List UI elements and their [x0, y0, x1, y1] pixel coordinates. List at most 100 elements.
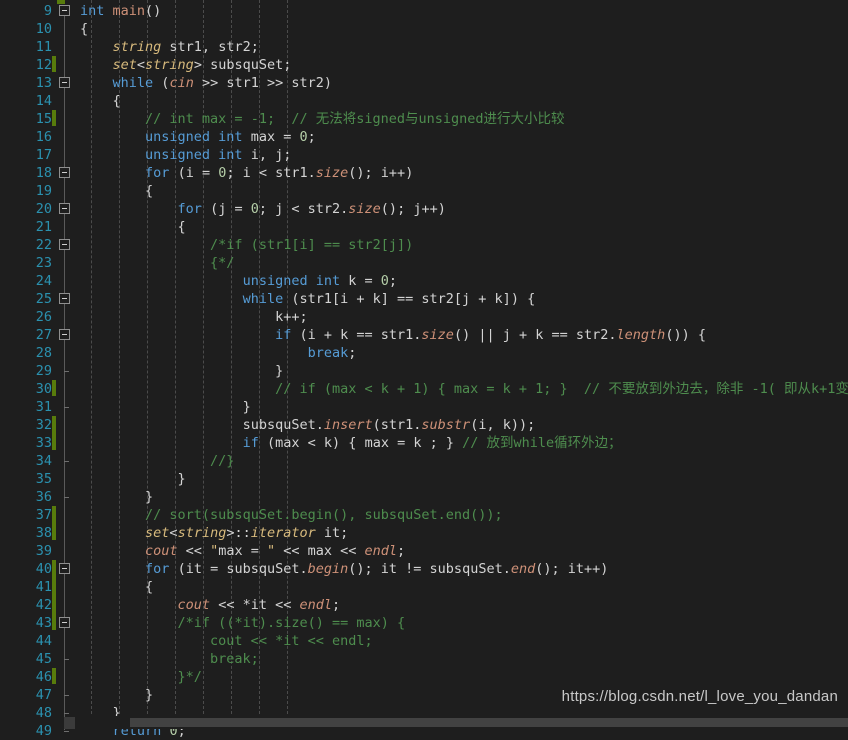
code-line[interactable]: if (i + k == str1.size() || j + k == str…	[74, 326, 706, 344]
code-line[interactable]: }	[74, 686, 153, 704]
line-number: 11	[35, 39, 52, 55]
code-line[interactable]: while (cin >> str1 >> str2)	[74, 74, 333, 92]
token-id: max < k	[275, 435, 333, 451]
code-line[interactable]: /*if (str1[i] == str2[j])	[74, 236, 413, 254]
fold-toggle-icon[interactable]	[59, 167, 70, 178]
code-line[interactable]: break;	[74, 650, 259, 668]
token-id: k++;	[275, 309, 308, 325]
token-id: str1.	[380, 417, 422, 433]
token-cmt: cout << *it << endl;	[210, 633, 373, 649]
code-line[interactable]: {*/	[74, 254, 234, 272]
code-editor[interactable]: 9 10 11 12 13 14 15 16 17 18 19 20 21 22 23 24 25 26 27 28 2…	[0, 0, 848, 739]
code-line[interactable]: }	[74, 362, 283, 380]
code-line[interactable]: }*/	[74, 668, 202, 686]
token-fnc: endl	[364, 543, 398, 559]
code-line[interactable]: // if (max < k + 1) { max = k + 1; } // …	[74, 380, 848, 398]
token-id: str1, str2;	[161, 39, 259, 55]
code-line[interactable]: for (i = 0; i < str1.size(); i++)	[74, 164, 413, 182]
change-marker	[52, 506, 56, 540]
horizontal-scrollbar[interactable]	[74, 716, 848, 729]
token-brace: }	[145, 687, 154, 703]
token-id: k =	[340, 273, 381, 289]
line-number: 39	[35, 543, 52, 559]
code-line[interactable]: int main()	[74, 2, 161, 20]
horizontal-scrollbar-thumb[interactable]	[130, 718, 848, 727]
token-fnc: size	[421, 327, 454, 343]
line-number: 15	[35, 111, 52, 127]
fold-toggle-icon[interactable]	[59, 5, 70, 16]
token-kw: if	[242, 435, 259, 451]
code-line[interactable]: subsquSet.insert(str1.substr(i, k));	[74, 416, 536, 434]
token-punc: ()	[535, 561, 552, 577]
token-num: 0	[250, 201, 259, 217]
fold-tick	[64, 407, 69, 408]
code-line[interactable]: // int max = -1; // 无法将signed与unsigned进行…	[74, 110, 564, 128]
fold-toggle-icon[interactable]	[59, 563, 70, 574]
token-quote: "	[266, 543, 276, 559]
fold-toggle-icon[interactable]	[59, 617, 70, 628]
code-line[interactable]: unsigned int max = 0;	[74, 128, 316, 146]
token-id: it = subsquSet.	[185, 561, 308, 577]
fold-toggle-icon[interactable]	[59, 203, 70, 214]
token-id: ;	[331, 597, 341, 613]
code-line[interactable]: if (max < k) { max = k ; } // 放到while循环外…	[74, 434, 622, 452]
code-line[interactable]: k++;	[74, 308, 308, 326]
code-content[interactable]: int main(){ string str1, str2; set<strin…	[74, 0, 848, 739]
code-line[interactable]: }	[74, 488, 153, 506]
token-id: str1[i + k] == str2[j + k]	[299, 291, 511, 307]
fold-toggle-icon[interactable]	[59, 239, 70, 250]
token-typ: string	[145, 57, 194, 73]
code-line[interactable]: cout << "max = " << max << endl;	[74, 542, 405, 560]
line-number: 20	[35, 201, 52, 217]
code-line[interactable]: //}	[74, 452, 234, 470]
token-brace: {	[697, 327, 706, 343]
token-brace: {	[80, 21, 89, 37]
code-line[interactable]: unsigned int k = 0;	[74, 272, 397, 290]
code-line[interactable]: break;	[74, 344, 357, 362]
line-number: 49	[35, 723, 52, 739]
code-line[interactable]: {	[74, 20, 88, 38]
fold-toggle-icon[interactable]	[59, 293, 70, 304]
code-line[interactable]: {	[74, 218, 186, 236]
code-line[interactable]: while (str1[i + k] == str2[j + k]) {	[74, 290, 536, 308]
code-line[interactable]: set<string>::iterator it;	[74, 524, 348, 542]
code-line[interactable]: unsigned int i, j;	[74, 146, 291, 164]
code-line[interactable]: }	[74, 470, 186, 488]
code-line[interactable]: {	[74, 92, 121, 110]
token-cmt: /*if ((*it).size() == max) {	[177, 615, 406, 631]
code-line[interactable]: for (it = subsquSet.begin(); it != subsq…	[74, 560, 608, 578]
token-fnc: insert	[323, 417, 373, 433]
line-number: 26	[35, 309, 52, 325]
code-line[interactable]: }	[74, 398, 251, 416]
token-id: << *it <<	[210, 597, 300, 613]
token-kw: if	[275, 327, 292, 343]
token-id: it;	[315, 525, 349, 541]
token-brace: {	[527, 291, 536, 307]
code-line[interactable]: {	[74, 182, 153, 200]
token-id: i, k	[478, 417, 511, 433]
token-id: ; j < str2.	[258, 201, 349, 217]
code-line[interactable]: set<string> subsquSet;	[74, 56, 292, 74]
fold-toggle-icon[interactable]	[59, 329, 70, 340]
line-number: 47	[35, 687, 52, 703]
line-number: 17	[35, 147, 52, 163]
code-line[interactable]: // sort(subsquSet.begin(), subsquSet.end…	[74, 506, 503, 524]
code-line[interactable]: string str1, str2;	[74, 38, 259, 56]
code-line[interactable]: /*if ((*it).size() == max) {	[74, 614, 406, 632]
token-cmt: // sort(subsquSet.begin(), subsquSet.end…	[145, 507, 503, 523]
token-fnc: size	[348, 201, 381, 217]
code-line[interactable]: for (j = 0; j < str2.size(); j++)	[74, 200, 446, 218]
fold-toggle-icon[interactable]	[59, 77, 70, 88]
code-line[interactable]: cout << *it << endl;	[74, 632, 373, 650]
fold-tick	[64, 713, 69, 714]
code-line[interactable]: cout << *it << endl;	[74, 596, 341, 614]
code-line[interactable]: {	[74, 578, 153, 596]
